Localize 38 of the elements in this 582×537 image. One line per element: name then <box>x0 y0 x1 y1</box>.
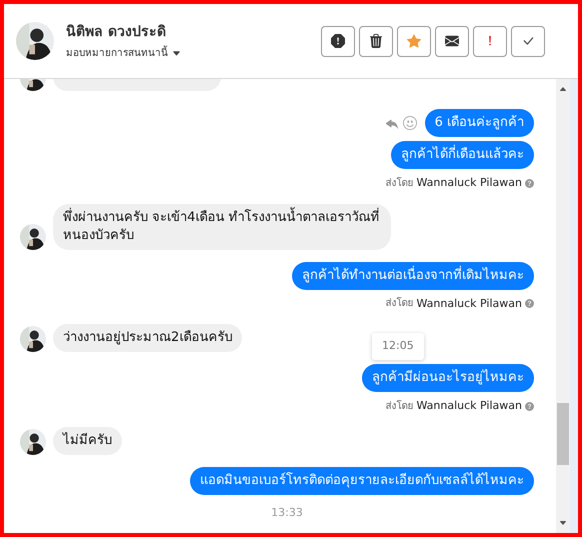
avatar <box>16 22 54 60</box>
avatar <box>20 428 46 454</box>
star-icon <box>407 34 421 48</box>
message-bubble: แอดมินขอเบอร์โทรติดต่อคุยรายละเอียดกับเซลล์ได้ไหมคะ <box>190 466 534 494</box>
caret-icon <box>172 48 181 58</box>
help-icon[interactable] <box>525 402 534 411</box>
avatar <box>20 224 46 250</box>
sent-by-label: ส่งโดย <box>386 399 414 414</box>
toolbar-button[interactable] <box>321 26 355 56</box>
sent-by-label: ส่งโดย <box>386 176 414 191</box>
help-icon[interactable] <box>525 178 534 188</box>
message-bubble: 6 เดือนค่ะลูกค้า <box>424 109 534 137</box>
sender-name: Wannaluck Pilawan <box>416 175 522 191</box>
scroll-down-icon[interactable] <box>559 519 567 527</box>
message-bubble: ลูกค้าได้กี่เดือนแล้วคะ <box>391 141 534 169</box>
sent-by-label: ส่งโดย <box>386 296 414 312</box>
toolbar-button[interactable] <box>359 26 393 56</box>
message-bubble: ลูกค้ามีผ่อนอะไรอยู่ไหมคะ <box>362 364 534 392</box>
trash-icon <box>369 34 383 48</box>
alert-octagon-icon <box>331 34 345 48</box>
message-bubble: ลูกค้าได้ทำงานต่อเนื่องจากที่เดิมไหมคะ <box>292 262 534 290</box>
message-bubble: ว่างงานอยู่ประมาณ2เดือนครับ <box>53 324 242 352</box>
message-bubble: พึ่งผ่านงานครับ จะเข้า4เดือน ทำโรงงานน้ำตาลเอราวัณที่หนองบัวครับ <box>53 204 391 250</box>
time-tooltip: 12:05 <box>372 333 424 360</box>
sender-name: Wannaluck Pilawan <box>416 398 522 414</box>
envelope-icon <box>445 34 459 48</box>
sender-name: Wannaluck Pilawan <box>416 296 522 312</box>
scroll-up-icon[interactable] <box>559 85 567 93</box>
help-icon[interactable] <box>525 299 534 308</box>
assign-dropdown[interactable]: มอบหมายการสนทนานี้ <box>66 46 181 60</box>
message-bubble: ไม่มีครับ <box>53 426 122 454</box>
emoji-icon[interactable] <box>402 116 417 130</box>
scroll-thumb[interactable] <box>557 403 569 465</box>
contact-name: นิติพล ดวงประดิ <box>66 22 167 42</box>
timestamp: 13:33 <box>271 504 303 520</box>
avatar <box>20 326 46 352</box>
scrollbar[interactable] <box>556 79 570 533</box>
toolbar-button[interactable] <box>435 26 469 56</box>
